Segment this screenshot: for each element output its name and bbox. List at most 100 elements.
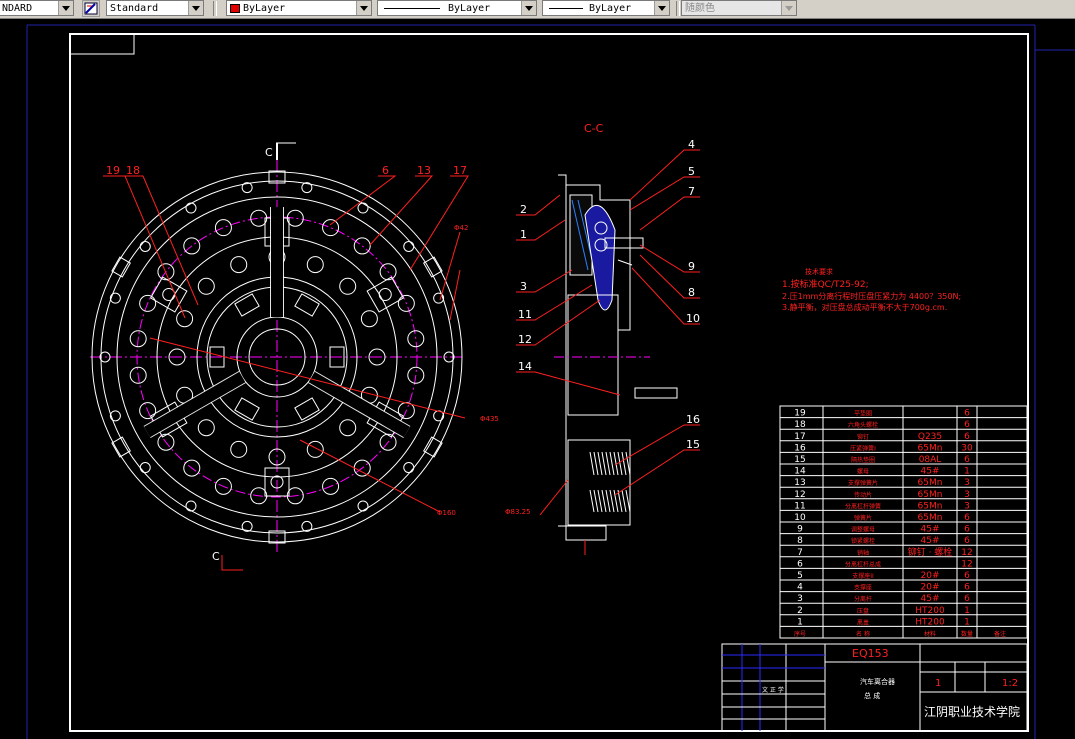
rim-lug [423, 256, 443, 278]
part-material: 45# [921, 536, 940, 546]
hub-tab [234, 293, 260, 317]
part-name: 支撑弹簧片 [848, 479, 878, 487]
inner-hole [197, 419, 215, 437]
release-lever-fill [144, 371, 246, 438]
text-style-dropdown[interactable]: NDARD [0, 0, 74, 16]
chevron-down-icon[interactable] [521, 1, 536, 15]
part-quantity: 6 [964, 594, 970, 604]
toolbar-separator [213, 1, 217, 16]
color-value: ByLayer [243, 3, 286, 14]
rim-hole [185, 500, 197, 512]
rim-hole [241, 182, 253, 194]
parts-list-table: 19 平垫圈 618 六角头螺栓 617 铆钉 Q235 616 压紧弹簧I 65Mn 3015 隔热… [779, 405, 1028, 639]
part-name: 分离杠杆总成 [845, 560, 881, 568]
chevron-down-icon[interactable] [781, 1, 796, 15]
color-dropdown[interactable]: ByLayer [226, 0, 372, 16]
callout-4: 4 [688, 138, 695, 151]
scale-value: 1 [935, 678, 941, 689]
hub-tab [294, 293, 320, 317]
rim-hole [109, 292, 121, 304]
dimension-style-icon[interactable] [82, 0, 100, 17]
linetype-preview [384, 8, 440, 9]
part-material: 65Mn [918, 443, 943, 453]
part-quantity: 3 [964, 501, 970, 511]
chevron-down-icon[interactable] [654, 1, 669, 15]
spring-coil [621, 489, 627, 513]
rim-hole [109, 410, 121, 422]
lever-pad [149, 276, 188, 313]
rim-hole [433, 292, 445, 304]
toolbar-separator [676, 1, 680, 16]
part-quantity: 12 [961, 548, 972, 558]
part-material: HT200 [915, 617, 945, 627]
rim-hole [139, 240, 151, 252]
part-material: 65Mn [918, 513, 943, 523]
spring-coil [617, 451, 623, 476]
spring-coil [605, 489, 611, 513]
part-quantity: 6 [964, 513, 970, 523]
part-material: 45# [921, 525, 940, 535]
lever-bolt [378, 288, 392, 301]
part-material: HT200 [915, 606, 945, 616]
part-name: 销轴 [857, 549, 869, 557]
part-material: 08AL [919, 455, 942, 465]
release-lever-fill [308, 371, 410, 438]
drawing-number: EQ153 [852, 647, 889, 660]
part-quantity: 1 [964, 467, 970, 477]
spring-coil [593, 451, 599, 476]
drawing-canvas[interactable]: C C 19 18 6 13 17 Φ435 Φ160 Φ42 C-C 2 1 … [0, 18, 1075, 739]
rim-hole [185, 202, 197, 214]
rim-hole [301, 182, 313, 194]
spring-coil [617, 489, 623, 513]
part-number: 7 [797, 548, 803, 558]
spring-coil [597, 451, 603, 476]
chevron-down-icon[interactable] [188, 1, 203, 15]
spring-seat [250, 209, 268, 227]
part-quantity: 3 [964, 478, 970, 488]
callout-14: 14 [518, 360, 532, 373]
callout-6: 6 [382, 164, 389, 177]
lever-pad [366, 276, 405, 313]
spring-coil [609, 451, 615, 476]
part-quantity: 6 [964, 571, 970, 581]
part-material: 20# [921, 583, 940, 593]
part-number: 15 [794, 455, 805, 465]
callout-18: 18 [126, 164, 140, 177]
rim-hole [241, 520, 253, 532]
chevron-down-icon[interactable] [356, 1, 371, 15]
spring-seat [286, 209, 304, 227]
callout-11: 11 [518, 308, 532, 321]
part-name: 汽车离合器 [860, 677, 895, 686]
lineweight-dropdown[interactable]: ByLayer [542, 0, 670, 16]
part-number: 1 [797, 617, 803, 627]
inner-hole [306, 440, 324, 458]
dimension-style-dropdown[interactable]: Standard [106, 0, 204, 16]
linetype-dropdown[interactable]: ByLayer [377, 0, 537, 16]
inner-hole [339, 277, 357, 295]
lineweight-value: ByLayer [589, 3, 632, 14]
spring-coil [589, 451, 595, 476]
part-material: 65Mn [918, 490, 943, 500]
spring-coil [593, 489, 599, 513]
part-quantity: 6 [964, 432, 970, 442]
part-quantity: 6 [964, 409, 970, 419]
parts-table-header: 材料 [924, 630, 936, 638]
part-quantity: 1 [964, 617, 970, 627]
spring-seat [214, 219, 232, 237]
part-name: 压盘 [857, 607, 869, 615]
spring-coil [601, 489, 607, 513]
part-material: 65Mn [918, 501, 943, 511]
part-number: 13 [794, 478, 805, 488]
chevron-down-icon[interactable] [58, 1, 73, 15]
part-number: 18 [794, 420, 806, 430]
callout-9: 9 [688, 260, 695, 273]
spring-coil [621, 451, 627, 476]
cut-label-bottom: C [212, 550, 220, 563]
part-name: 离盖 [857, 618, 869, 626]
plot-style-dropdown[interactable]: 随颜色 [681, 0, 797, 16]
tech-notes-title: 技术要求 [805, 267, 833, 276]
part-number: 12 [794, 490, 805, 500]
part-number: 10 [794, 513, 806, 523]
parts-table-header: 备注 [994, 630, 1006, 638]
properties-toolbar: NDARD Standard ByLayer ByLayer ByLayer 随… [0, 0, 1075, 19]
